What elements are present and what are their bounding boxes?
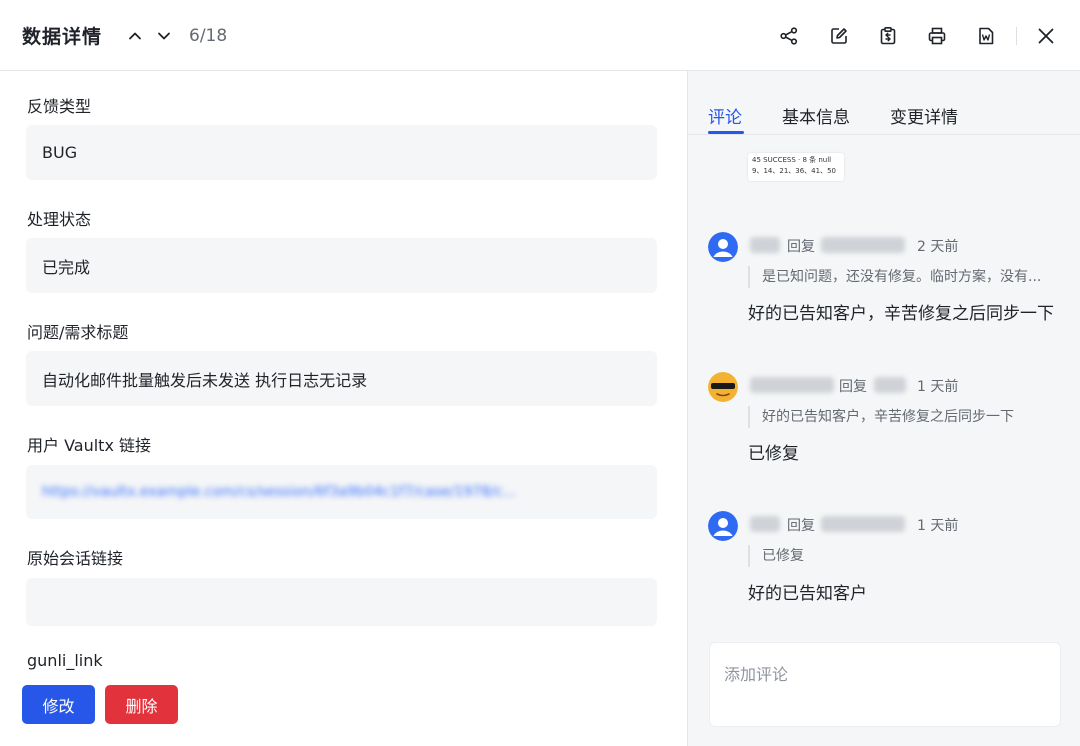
reply-label: 回复 bbox=[839, 379, 867, 395]
close-button[interactable] bbox=[1034, 24, 1058, 48]
chevron-down-icon bbox=[158, 32, 170, 40]
previous-record-button[interactable] bbox=[124, 24, 146, 48]
comment-time: 2 天前 bbox=[917, 239, 959, 255]
panel-tabs: 评论 基本信息 变更详情 bbox=[688, 71, 1080, 135]
quoted-comment: 是已知问题，还没有修复。临时方案，没有... bbox=[748, 266, 1058, 288]
quoted-comment: 已修复 bbox=[748, 545, 828, 567]
original-session-link-field[interactable] bbox=[26, 578, 657, 626]
user-avatar-icon bbox=[708, 511, 738, 541]
status-label: 处理状态 bbox=[27, 210, 92, 229]
original-session-link-label: 原始会话链接 bbox=[27, 549, 124, 568]
header-bar: 数据详情 6/18 bbox=[0, 0, 1080, 71]
quoted-comment: 好的已告知客户，辛苦修复之后同步一下 bbox=[748, 406, 1038, 428]
comment-time: 1 天前 bbox=[917, 518, 959, 534]
printer-icon bbox=[928, 27, 946, 45]
tab-change-details[interactable]: 变更详情 bbox=[890, 103, 958, 128]
emoji-avatar-icon bbox=[708, 372, 738, 402]
reply-label: 回复 bbox=[787, 518, 815, 534]
share-icon bbox=[780, 27, 798, 45]
page-title: 数据详情 bbox=[22, 26, 103, 48]
header-divider bbox=[1016, 27, 1017, 45]
comment-time: 1 天前 bbox=[917, 379, 959, 395]
share-button[interactable] bbox=[777, 24, 801, 48]
vaultx-link-label: 用户 Vaultx 链接 bbox=[27, 436, 152, 455]
tab-basic-info[interactable]: 基本信息 bbox=[782, 103, 850, 128]
vaultx-link-field[interactable]: https://vaultx.example.com/cs/session/6f… bbox=[26, 465, 657, 519]
status-field[interactable]: 已完成 bbox=[26, 238, 657, 293]
reply-target-name bbox=[874, 377, 906, 393]
edit-icon bbox=[831, 28, 847, 44]
clipboard-icon bbox=[880, 26, 896, 45]
reply-target-name bbox=[821, 516, 905, 532]
comment-text: 好的已告知客户 bbox=[748, 584, 867, 604]
word-document-icon bbox=[979, 27, 994, 45]
copy-button[interactable] bbox=[876, 24, 900, 48]
feedback-type-label: 反馈类型 bbox=[27, 97, 92, 116]
comment-text: 已修复 bbox=[748, 444, 799, 464]
commenter-name bbox=[750, 237, 780, 253]
attachment-thumbnail[interactable]: 45 SUCCESS · 8 条 null 9、14、21、36、41、50 bbox=[748, 153, 844, 181]
comment-text: 好的已告知客户，辛苦修复之后同步一下 bbox=[748, 304, 1054, 324]
print-button[interactable] bbox=[925, 24, 949, 48]
edit-button[interactable]: 修改 bbox=[22, 685, 95, 724]
thumbnail-line-1: 45 SUCCESS · 8 条 null bbox=[752, 156, 832, 164]
reply-target-name bbox=[821, 237, 905, 253]
export-word-button[interactable] bbox=[974, 24, 998, 48]
vaultx-link-value[interactable]: https://vaultx.example.com/cs/session/6f… bbox=[42, 484, 516, 500]
issue-title-field[interactable]: 自动化邮件批量触发后未发送 执行日志无记录 bbox=[26, 351, 657, 406]
delete-button[interactable]: 删除 bbox=[105, 685, 178, 724]
issue-title-label: 问题/需求标题 bbox=[27, 323, 129, 342]
chevron-up-icon bbox=[129, 32, 141, 40]
thumbnail-line-2: 9、14、21、36、41、50 bbox=[752, 167, 836, 175]
reply-label: 回复 bbox=[787, 239, 815, 255]
side-panel: 评论 基本信息 变更详情 45 SUCCESS · 8 条 null 9、14、… bbox=[687, 71, 1080, 746]
record-counter: 6/18 bbox=[189, 26, 228, 46]
commenter-name bbox=[750, 516, 780, 532]
detail-form: 反馈类型 BUG 处理状态 已完成 问题/需求标题 自动化邮件批量触发后未发送 … bbox=[0, 71, 687, 746]
avatar[interactable] bbox=[708, 232, 738, 262]
tab-comments[interactable]: 评论 bbox=[708, 103, 742, 128]
commenter-name bbox=[750, 377, 834, 393]
avatar[interactable] bbox=[708, 372, 738, 402]
active-tab-indicator bbox=[708, 131, 744, 134]
gunli-link-label: gunli_link bbox=[27, 651, 103, 670]
user-avatar-icon bbox=[708, 232, 738, 262]
form-footer: 修改 删除 bbox=[0, 680, 687, 746]
next-record-button[interactable] bbox=[153, 24, 175, 48]
close-icon bbox=[1038, 28, 1054, 44]
avatar[interactable] bbox=[708, 511, 738, 541]
feedback-type-field[interactable]: BUG bbox=[26, 125, 657, 180]
edit-record-button[interactable] bbox=[827, 24, 851, 48]
comment-input[interactable]: 添加评论 bbox=[709, 642, 1061, 727]
